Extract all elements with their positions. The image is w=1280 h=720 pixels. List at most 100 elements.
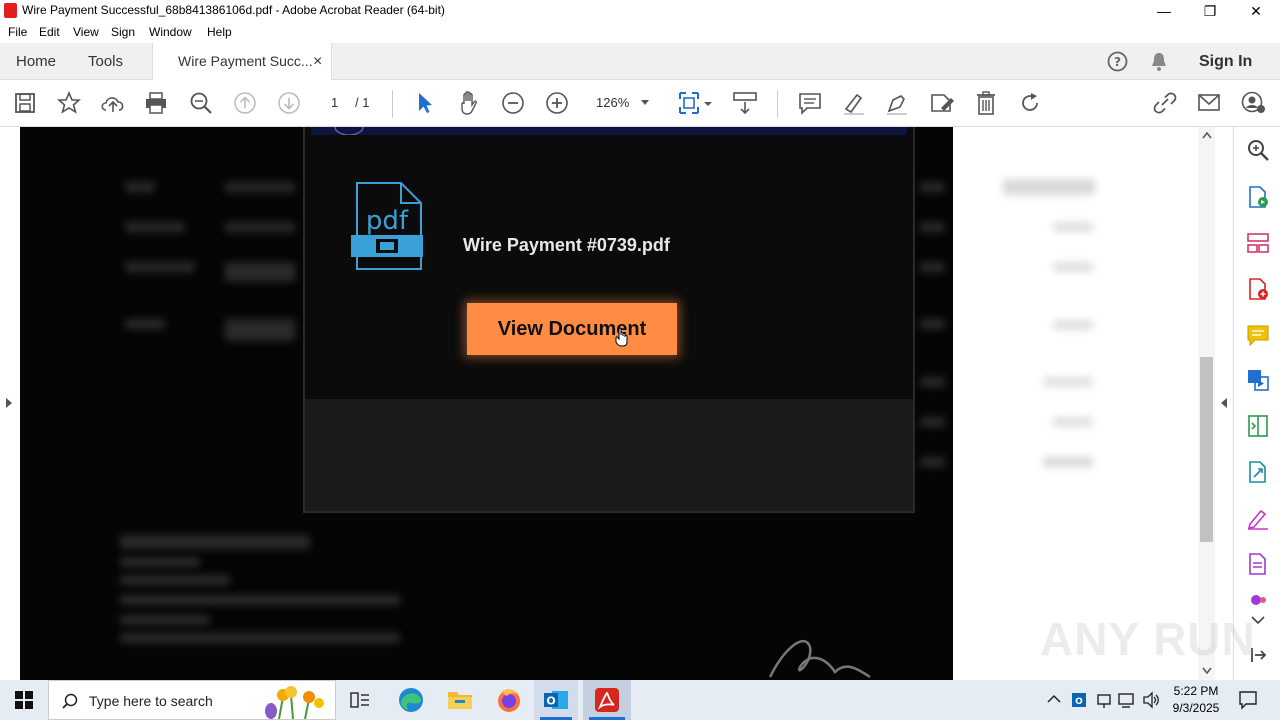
close-window-button[interactable]: ✕	[1233, 0, 1279, 22]
delete-trash-icon[interactable]	[975, 90, 997, 116]
rotate-icon[interactable]	[1018, 91, 1042, 115]
hand-tool-icon[interactable]	[457, 90, 481, 116]
windows-start-icon[interactable]	[15, 691, 33, 709]
vertical-scrollbar[interactable]	[1198, 127, 1215, 680]
save-icon[interactable]	[14, 92, 36, 114]
tab-home[interactable]: Home	[16, 43, 56, 80]
menu-sign[interactable]: Sign	[111, 25, 135, 39]
previous-page-icon[interactable]	[233, 91, 257, 115]
file-explorer-icon[interactable]	[446, 686, 474, 714]
blurred-text	[225, 182, 295, 192]
organize-pages-icon[interactable]	[1246, 231, 1270, 255]
search-placeholder: Type here to search	[89, 693, 213, 709]
expand-left-panel-icon[interactable]	[5, 397, 13, 409]
zoom-level-dropdown[interactable]: 126%	[596, 95, 629, 110]
menu-file[interactable]: File	[8, 25, 27, 39]
anyrun-watermark: ANY RUN	[1040, 613, 1256, 665]
notification-bell-icon[interactable]	[1150, 52, 1168, 72]
menu-view[interactable]: View	[73, 25, 99, 39]
maximize-button[interactable]: ❐	[1187, 0, 1233, 22]
scan-ocr-icon[interactable]	[1246, 460, 1270, 484]
edit-pdf-icon[interactable]	[929, 91, 955, 115]
menu-help[interactable]: Help	[207, 25, 232, 39]
taskbar-clock[interactable]: 5:22 PM 9/3/2025	[1164, 683, 1228, 717]
next-page-icon[interactable]	[277, 91, 301, 115]
scrollbar-thumb[interactable]	[1200, 357, 1213, 542]
blurred-text	[920, 319, 945, 329]
toolbar-separator	[392, 90, 393, 118]
network-icon[interactable]	[1117, 691, 1137, 709]
view-document-button[interactable]: View Document	[467, 303, 677, 355]
outlook-taskbar-slot[interactable]: O	[534, 680, 578, 720]
blurred-text	[920, 377, 945, 387]
menu-window[interactable]: Window	[149, 25, 192, 39]
blurred-text	[225, 319, 295, 341]
volume-icon[interactable]	[1142, 691, 1160, 709]
help-icon[interactable]: ?	[1107, 51, 1128, 72]
tray-outlook-icon[interactable]: O	[1070, 691, 1088, 709]
bookmark-star-icon[interactable]	[57, 91, 81, 115]
upload-cloud-icon[interactable]	[100, 92, 126, 114]
acrobat-taskbar-slot[interactable]	[583, 680, 631, 720]
tray-expand-chevron-icon[interactable]	[1047, 694, 1061, 704]
blurred-text	[920, 417, 945, 427]
email-icon[interactable]	[1197, 92, 1221, 114]
clock-date: 9/3/2025	[1172, 701, 1220, 715]
tab-tools[interactable]: Tools	[88, 43, 123, 80]
tab-document-label: Wire Payment Succ...	[178, 53, 313, 69]
comment-icon[interactable]	[798, 91, 822, 115]
highlight-pen-icon[interactable]	[842, 91, 866, 115]
title-bar: Wire Payment Successful_68b841386106d.pd…	[0, 0, 1280, 22]
tab-bar: Home Tools Wire Payment Succ... × ? Sign…	[0, 43, 1280, 81]
menu-edit[interactable]: Edit	[39, 25, 60, 39]
select-cursor-icon[interactable]	[415, 91, 435, 115]
export-pdf-icon[interactable]	[1246, 185, 1270, 209]
tab-document[interactable]: Wire Payment Succ... ×	[152, 43, 332, 81]
fill-sign-icon[interactable]	[1246, 506, 1270, 530]
task-view-icon[interactable]	[350, 691, 370, 709]
minimize-button[interactable]: —	[1141, 0, 1187, 22]
blurred-text	[125, 262, 195, 272]
signature-scribble	[768, 640, 871, 679]
notification-center-icon[interactable]	[1238, 690, 1258, 710]
search-zoom-icon[interactable]	[1246, 138, 1270, 162]
edit-document-icon[interactable]	[1246, 552, 1270, 576]
combine-files-icon[interactable]	[1246, 368, 1270, 392]
blurred-text	[920, 262, 945, 272]
compress-pdf-icon[interactable]	[1246, 414, 1270, 438]
blurred-text	[1053, 222, 1093, 232]
edge-browser-icon[interactable]	[397, 686, 425, 714]
windows-taskbar: Type here to search O O 5:22 PM 9/3/2025	[0, 680, 1280, 720]
draw-pen-icon[interactable]	[885, 91, 909, 115]
firefox-icon[interactable]	[495, 686, 523, 714]
blurred-text	[920, 222, 945, 232]
svg-text:O: O	[546, 695, 555, 708]
blurred-text	[225, 262, 295, 282]
account-icon[interactable]	[1241, 91, 1267, 115]
collapse-right-panel-icon[interactable]	[1220, 397, 1228, 409]
zoom-search-icon[interactable]	[189, 91, 213, 115]
blurred-text	[1003, 179, 1095, 195]
scroll-up-icon[interactable]	[1202, 131, 1212, 139]
print-icon[interactable]	[144, 92, 168, 114]
scroll-down-icon[interactable]	[1202, 667, 1212, 675]
zoom-in-icon[interactable]	[545, 91, 569, 115]
sign-in-button[interactable]: Sign In	[1199, 43, 1252, 80]
window-title: Wire Payment Successful_68b841386106d.pd…	[22, 3, 445, 17]
tray-device-icon[interactable]	[1095, 691, 1113, 709]
blurred-text	[920, 457, 945, 467]
chevron-down-icon[interactable]	[640, 99, 650, 107]
zoom-out-icon[interactable]	[501, 91, 525, 115]
more-tools-icon[interactable]	[1246, 593, 1270, 605]
taskbar-search-box[interactable]: Type here to search	[48, 680, 336, 720]
create-pdf-icon[interactable]	[1246, 277, 1270, 301]
pdf-file-icon: pdf	[351, 182, 423, 270]
blurred-text	[225, 222, 295, 232]
tab-close-icon[interactable]: ×	[313, 43, 322, 80]
document-viewport[interactable]: pdf Wire Payment #0739.pdf View Document	[20, 127, 953, 680]
comment-panel-icon[interactable]	[1246, 323, 1270, 347]
scroll-mode-icon[interactable]	[732, 90, 758, 116]
page-number-input[interactable]: 1	[331, 95, 338, 110]
share-link-icon[interactable]	[1152, 91, 1178, 115]
page-fit-icon[interactable]	[677, 90, 713, 116]
